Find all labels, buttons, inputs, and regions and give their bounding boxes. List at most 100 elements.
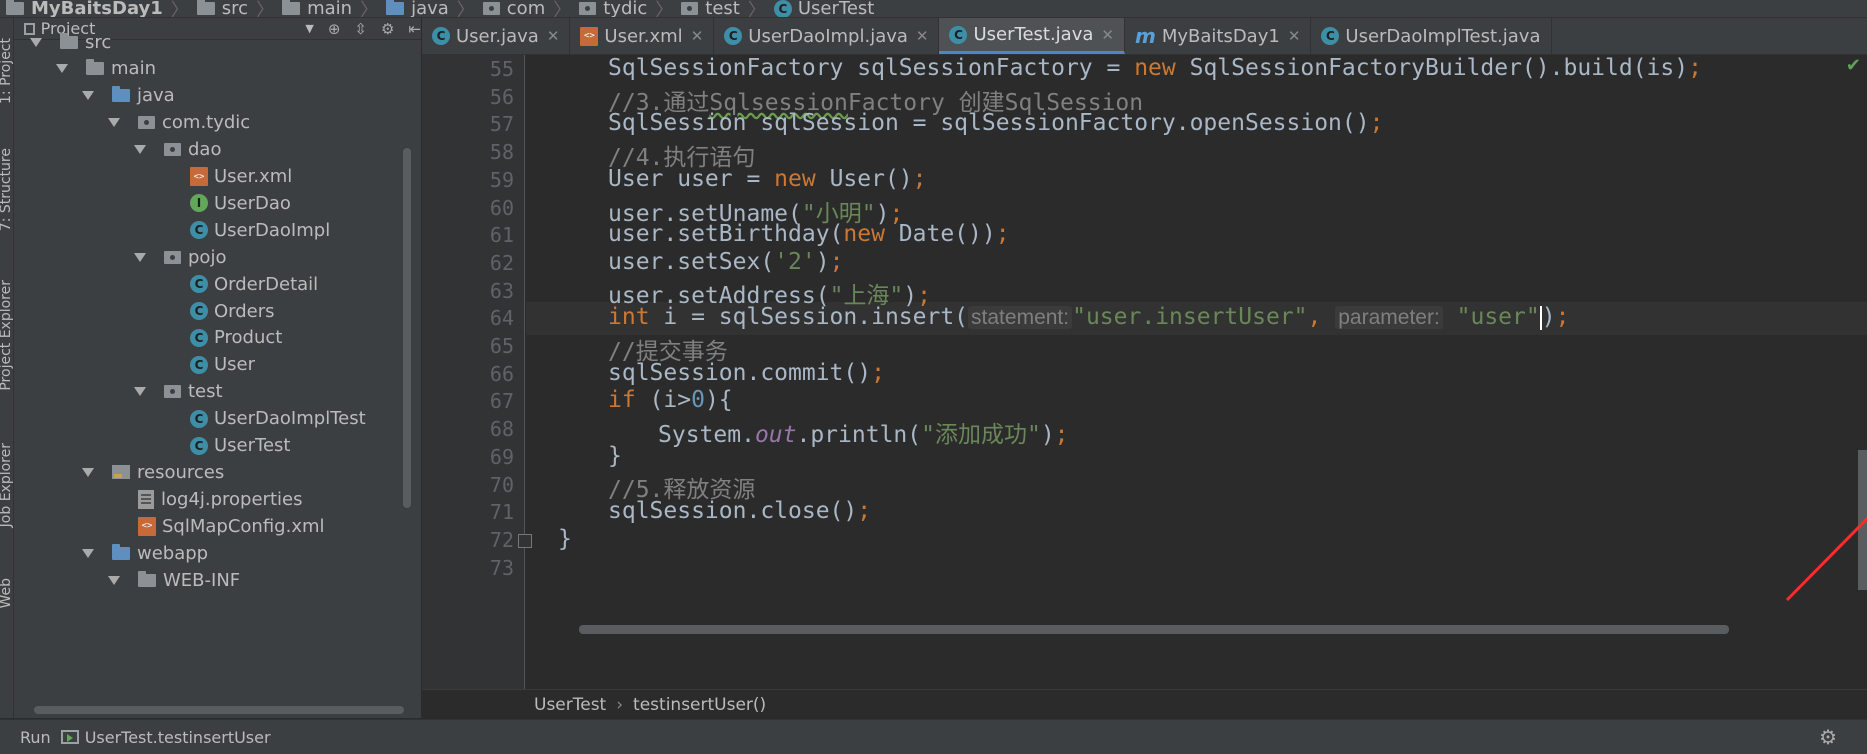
- editor-tab-bar: CUser.java✕ User.xml✕ CUserDaoImpl.java✕…: [422, 18, 1867, 55]
- tree-item[interactable]: I UserDao: [160, 190, 291, 216]
- close-icon[interactable]: ✕: [1288, 27, 1301, 45]
- tree-item[interactable]: User.xml: [160, 164, 292, 190]
- tree-item-label: UserDaoImpl: [214, 219, 331, 241]
- tree-item-label: com.tydic: [162, 112, 251, 134]
- class-icon: C: [190, 328, 208, 347]
- tree-item-label: src: [85, 31, 112, 53]
- tree-item[interactable]: pojo: [134, 244, 226, 270]
- editor-breadcrumb-method[interactable]: testinsertUser(): [633, 695, 766, 715]
- package-icon: [164, 250, 181, 264]
- breadcrumb-src[interactable]: src: [191, 0, 254, 17]
- class-icon: C: [190, 409, 208, 428]
- tree-item[interactable]: C OrderDetail: [160, 271, 318, 297]
- expand-arrow-icon[interactable]: [56, 64, 68, 74]
- tree-item[interactable]: C Product: [160, 325, 282, 351]
- class-icon: C: [773, 0, 792, 17]
- tree-item[interactable]: C UserDaoImplTest: [160, 406, 366, 432]
- expand-arrow-icon[interactable]: [82, 91, 94, 101]
- breadcrumb-separator: 〉: [256, 0, 275, 18]
- source-folder-icon: [112, 86, 130, 103]
- folder-icon: [282, 0, 301, 15]
- tree-vertical-scrollbar[interactable]: [403, 148, 411, 508]
- tree-item-label: User: [214, 354, 256, 376]
- folder-icon: [86, 59, 104, 76]
- tab-userdaoimpl-java[interactable]: C UserDaoImpl.java ✕: [714, 18, 940, 54]
- tree-item-label: User.xml: [214, 166, 293, 187]
- close-icon[interactable]: ✕: [691, 27, 704, 45]
- code-editor[interactable]: 55 56 57 58 59 60 61 62 63 64 65 66 67 68 69 70 71 72 73 ✔…: [422, 55, 1867, 689]
- gear-icon[interactable]: ⚙: [1819, 725, 1837, 749]
- tree-item[interactable]: java: [82, 83, 175, 109]
- line-number: 65: [489, 334, 514, 358]
- breadcrumb-java[interactable]: java: [380, 0, 455, 17]
- expand-arrow-icon[interactable]: [82, 548, 94, 558]
- breadcrumb-project[interactable]: MyBaitsDay1: [0, 0, 169, 17]
- tree-item[interactable]: main: [56, 56, 156, 82]
- tab-usertest-java[interactable]: C UserTest.java ✕: [939, 18, 1125, 54]
- tree-item[interactable]: SqlMapConfig.xml: [108, 513, 325, 539]
- editor-breadcrumb-class[interactable]: UserTest: [534, 695, 606, 715]
- tree-item[interactable]: C User: [160, 352, 255, 378]
- breadcrumb-separator: 〉: [456, 0, 475, 18]
- tree-item[interactable]: com.tydic: [108, 110, 250, 136]
- close-icon[interactable]: ✕: [547, 27, 560, 45]
- tool-window-strip: 1: Project 7: Structure Project Explorer…: [0, 18, 14, 718]
- editor-horizontal-scrollbar[interactable]: [579, 625, 1729, 634]
- tree-item[interactable]: C UserTest: [160, 433, 290, 459]
- breadcrumb-com[interactable]: com: [477, 0, 551, 17]
- hide-panel-icon[interactable]: ⇤: [408, 20, 421, 38]
- breadcrumb-main[interactable]: main: [276, 0, 358, 17]
- code-line-71: sqlSession.close();: [608, 498, 872, 524]
- tree-item[interactable]: WEB-INF: [108, 567, 240, 593]
- expand-arrow-icon[interactable]: [134, 252, 146, 262]
- close-icon[interactable]: ✕: [1101, 26, 1114, 44]
- tree-item[interactable]: src: [30, 29, 111, 55]
- code-line-64: int i = sqlSession.insert(statement: "use…: [608, 304, 1570, 330]
- code-line-62: user.setSex('2');: [608, 249, 844, 275]
- run-tab[interactable]: Run: [20, 728, 51, 747]
- code-line-55: SqlSessionFactory sqlSessionFactory = ne…: [608, 55, 1702, 81]
- breadcrumb-tydic[interactable]: tydic: [573, 0, 653, 17]
- tree-item[interactable]: dao: [134, 137, 221, 163]
- breadcrumb-test[interactable]: test: [675, 0, 746, 17]
- code-line-61: user.setBirthday(new Date());: [608, 221, 1010, 247]
- collapse-all-icon[interactable]: ⇳: [354, 20, 367, 38]
- tree-item-label: main: [111, 58, 156, 80]
- breadcrumb-separator: 〉: [360, 0, 379, 18]
- expand-arrow-icon[interactable]: [108, 575, 120, 585]
- class-icon: C: [432, 27, 450, 45]
- line-number: 67: [489, 389, 514, 414]
- tree-item-label: UserTest: [214, 435, 291, 456]
- fold-marker-icon[interactable]: [518, 534, 532, 548]
- expand-arrow-icon[interactable]: [30, 37, 42, 47]
- maven-icon: m: [1134, 24, 1156, 48]
- line-number: 55: [489, 57, 514, 81]
- navigation-bar: MyBaitsDay1 〉 src 〉 main 〉 java 〉 com 〉 …: [0, 0, 1867, 18]
- resources-folder-icon: [112, 465, 130, 480]
- close-icon[interactable]: ✕: [916, 27, 929, 45]
- expand-arrow-icon[interactable]: [134, 145, 146, 155]
- chevron-down-icon[interactable]: ▼: [305, 22, 313, 35]
- expand-arrow-icon[interactable]: [134, 387, 146, 397]
- code-line-57: SqlSession sqlSession = sqlSessionFactor…: [608, 110, 1384, 136]
- tree-item[interactable]: C Orders: [160, 298, 275, 324]
- gear-icon[interactable]: ⚙: [381, 20, 394, 38]
- tree-item[interactable]: resources: [82, 459, 224, 485]
- package-icon: [164, 143, 181, 157]
- run-configuration-name[interactable]: UserTest.testinsertUser: [85, 728, 271, 747]
- breadcrumb-usertest[interactable]: C UserTest: [768, 0, 880, 17]
- tree-item[interactable]: webapp: [82, 540, 208, 566]
- tab-user-java[interactable]: C User.java ✕: [422, 18, 571, 54]
- tree-item[interactable]: test: [134, 379, 223, 405]
- expand-arrow-icon[interactable]: [82, 467, 94, 477]
- tree-horizontal-scrollbar[interactable]: [34, 706, 404, 714]
- tab-userdaoimpltest-java[interactable]: C UserDaoImplTest.java: [1311, 18, 1552, 54]
- tree-item[interactable]: C UserDaoImpl: [160, 217, 330, 243]
- locate-icon[interactable]: ⊕: [328, 20, 341, 38]
- expand-arrow-icon[interactable]: [108, 118, 120, 128]
- tab-mybaitsday1[interactable]: m MyBaitsDay1 ✕: [1125, 18, 1312, 54]
- tree-item[interactable]: log4j.properties: [108, 486, 302, 512]
- tab-user-xml[interactable]: User.xml✕: [570, 18, 715, 54]
- tree-item-label: resources: [137, 461, 225, 483]
- xml-file-icon: [190, 167, 208, 186]
